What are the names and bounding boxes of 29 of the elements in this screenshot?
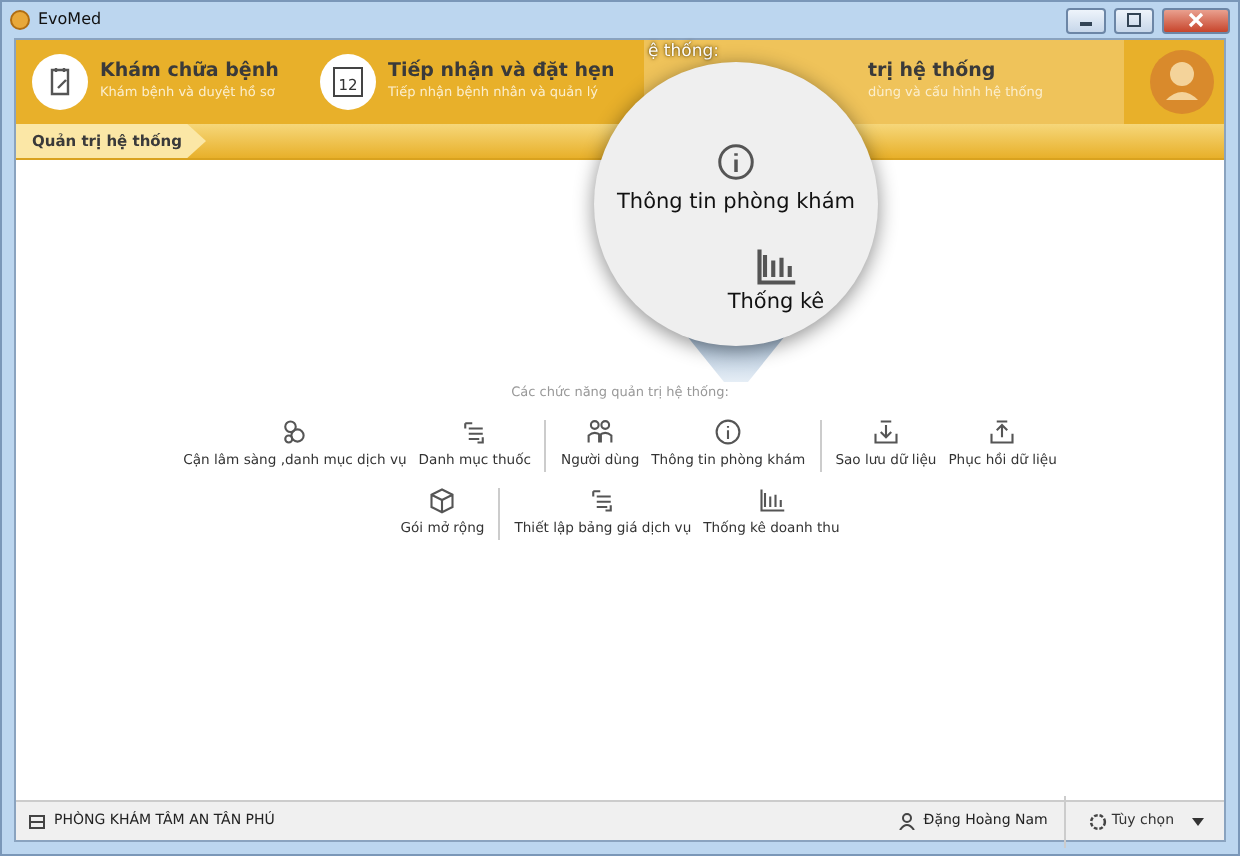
notepad-icon: [32, 54, 88, 110]
module-title: Khám chữa bệnh: [100, 60, 279, 84]
box-icon: [428, 485, 457, 514]
module-title: trị hệ thống: [868, 60, 998, 84]
magnified-label: Thống kê: [727, 287, 825, 318]
text-fragment: ệ thống:: [648, 44, 719, 61]
settings-icon: [1087, 811, 1108, 831]
users-icon: [586, 417, 615, 446]
info-icon: [714, 417, 743, 446]
bar-chart-icon: [757, 485, 786, 514]
tray-up-icon: [988, 417, 1017, 446]
maximize-button[interactable]: [1114, 7, 1154, 33]
user-icon: [897, 812, 916, 830]
caret-icon: [1190, 815, 1206, 827]
module-title: Tiếp nhận và đặt hẹn: [388, 60, 615, 84]
clinic-icon: [28, 812, 46, 830]
minimize-button[interactable]: [1066, 7, 1106, 33]
bubbles-icon: [280, 417, 309, 446]
tray-down-icon: [871, 417, 900, 446]
list-icon: [460, 417, 489, 446]
mascot-logo-icon: [1148, 48, 1216, 116]
window-title: EvoMed: [38, 8, 104, 32]
app-logo-icon: [10, 10, 30, 30]
magnified-label: Thông tin phòng khám: [617, 188, 855, 218]
list-icon: [588, 485, 617, 514]
close-icon: [1184, 10, 1208, 30]
info-icon: [716, 142, 756, 182]
maximize-icon: [1122, 10, 1146, 30]
close-button[interactable]: [1162, 7, 1230, 33]
